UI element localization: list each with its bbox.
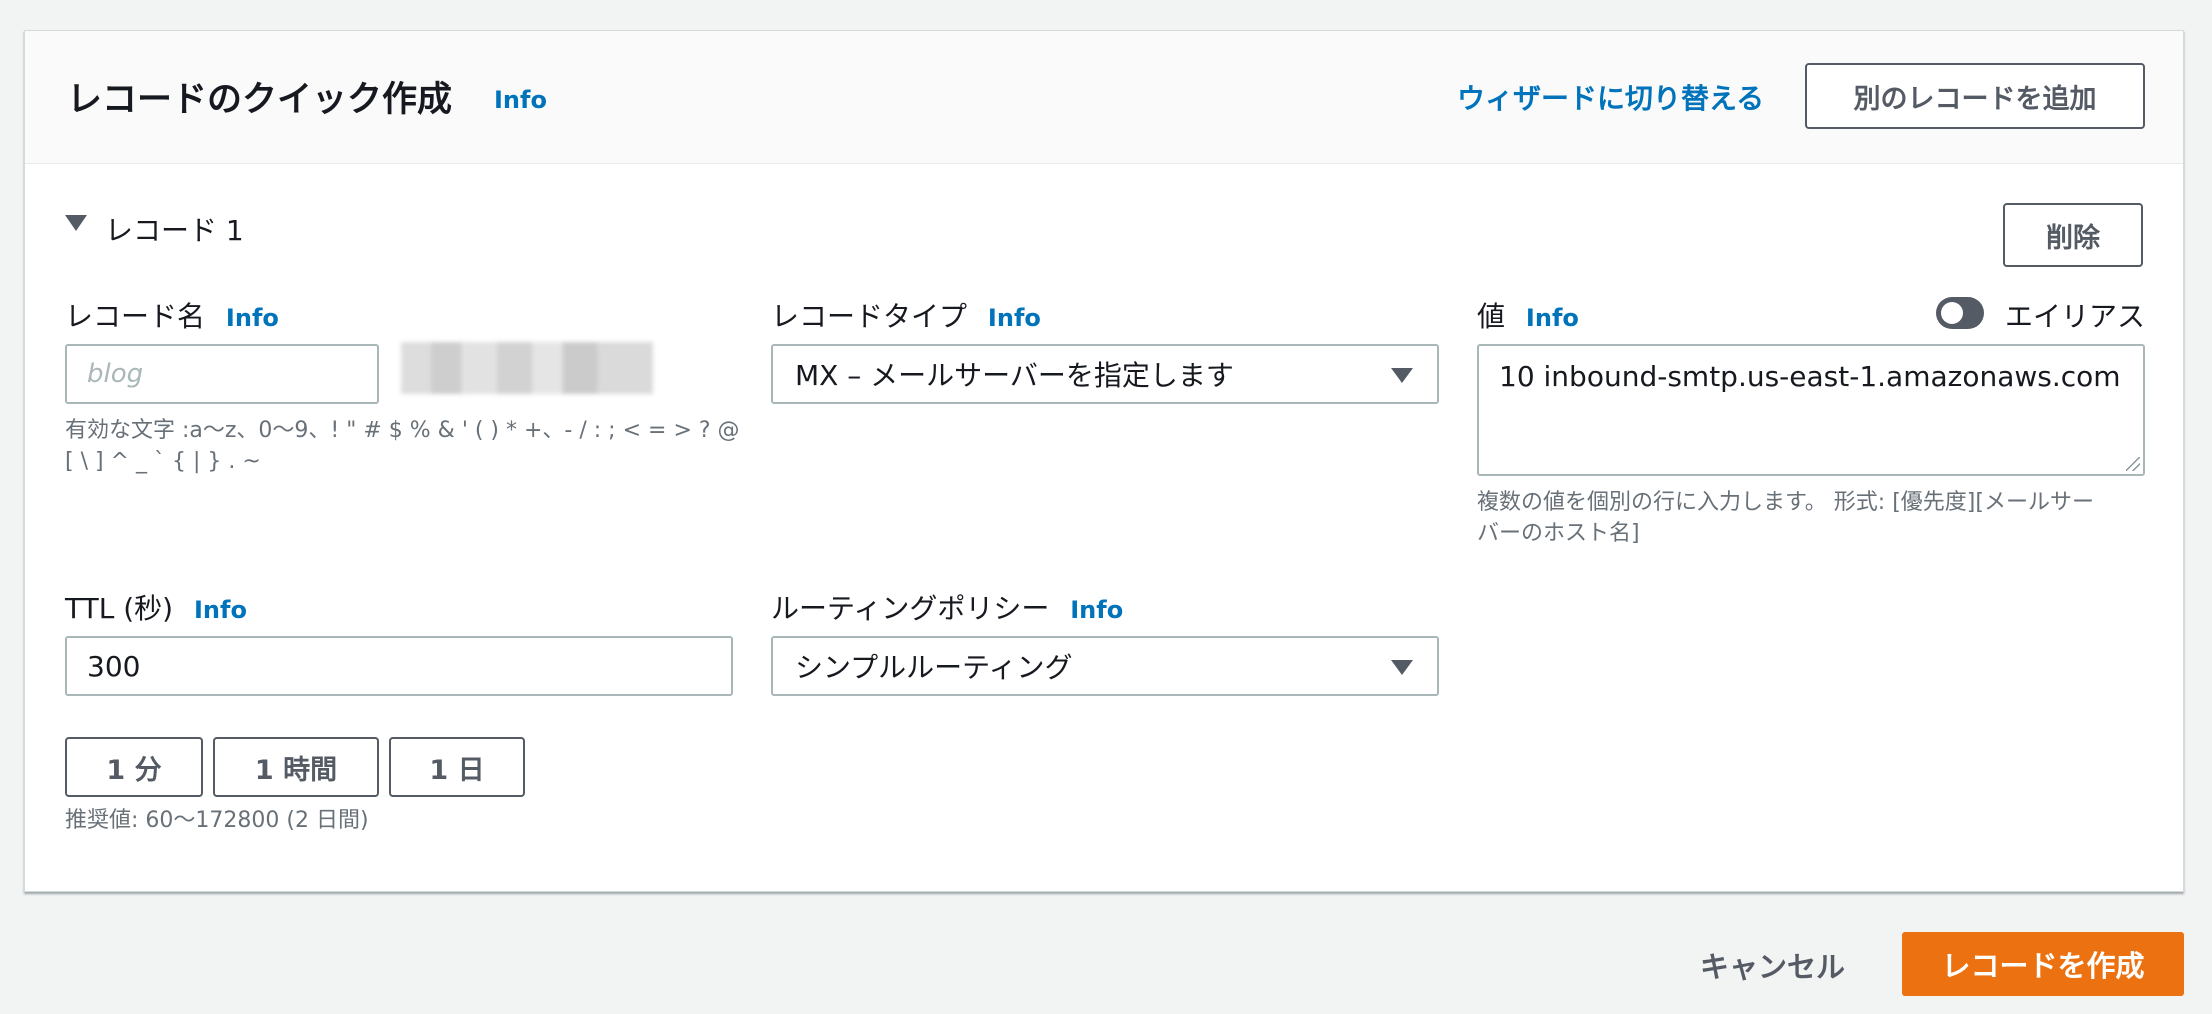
value-label-text: 値 (1477, 300, 1506, 333)
routing-policy-info-link[interactable]: Info (1070, 596, 1123, 624)
value-hint-line2: バーのホスト名] (1477, 521, 1640, 546)
quick-create-panel: レコードのクイック作成 Info ウィザードに切り替える 別のレコードを追加 レ… (24, 30, 2184, 892)
record-name-label: レコード名 Info (65, 295, 279, 335)
cancel-button[interactable]: キャンセル (1700, 944, 1845, 986)
record-section-label[interactable]: レコード 1 (105, 209, 244, 249)
domain-suffix-redacted (401, 342, 653, 394)
alias-toggle[interactable] (1936, 297, 1984, 329)
create-records-button[interactable]: レコードを作成 (1902, 932, 2184, 996)
routing-policy-label: ルーティングポリシー Info (771, 587, 1123, 627)
ttl-hint: 推奨値: 60〜172800 (2 日間) (65, 808, 369, 833)
value-hint: 複数の値を個別の行に入力します。 形式: [優先度][メールサー バーのホスト名… (1477, 487, 2157, 549)
record-name-hint-line2: [ \ ] ^ _ ` { | } . ~ (65, 449, 261, 474)
ttl-input[interactable]: 300 (65, 636, 733, 696)
ttl-label: TTL (秒) Info (65, 587, 247, 627)
record-type-label-text: レコードタイプ (771, 300, 968, 333)
record-name-placeholder: blog (87, 359, 144, 389)
record-type-label: レコードタイプ Info (771, 295, 1041, 335)
value-text: 10 inbound-smtp.us-east-1.amazonaws.com (1499, 360, 2121, 393)
value-textarea[interactable]: 10 inbound-smtp.us-east-1.amazonaws.com (1477, 344, 2145, 476)
caret-down-icon (1391, 660, 1413, 675)
caret-down-icon[interactable] (65, 215, 87, 231)
alias-label: エイリアス (2005, 300, 2146, 333)
value-info-link[interactable]: Info (1526, 304, 1579, 332)
resize-handle-icon[interactable] (2126, 457, 2140, 471)
record-name-input[interactable]: blog (65, 344, 379, 404)
ttl-label-text: TTL (秒) (65, 592, 174, 625)
record-name-hint: 有効な文字 :a〜z、0〜9、! " # $ % & ' ( ) * +、- /… (65, 415, 765, 477)
ttl-1-day-button[interactable]: 1 日 (389, 737, 525, 797)
caret-down-icon (1391, 368, 1413, 383)
add-record-button[interactable]: 別のレコードを追加 (1805, 63, 2145, 129)
ttl-1-hour-button[interactable]: 1 時間 (213, 737, 379, 797)
delete-button[interactable]: 削除 (2003, 203, 2143, 267)
routing-policy-label-text: ルーティングポリシー (771, 592, 1050, 625)
record-name-label-text: レコード名 (65, 300, 206, 333)
title-info-link[interactable]: Info (494, 86, 547, 114)
ttl-1-minute-button[interactable]: 1 分 (65, 737, 203, 797)
value-label: 値 Info (1477, 295, 1579, 335)
record-name-info-link[interactable]: Info (226, 304, 279, 332)
switch-to-wizard-link[interactable]: ウィザードに切り替える (1457, 77, 1764, 117)
record-type-info-link[interactable]: Info (988, 304, 1041, 332)
panel-header: レコードのクイック作成 Info ウィザードに切り替える 別のレコードを追加 (25, 31, 2183, 164)
ttl-info-link[interactable]: Info (194, 596, 247, 624)
page-title: レコードのクイック作成 (67, 80, 453, 120)
value-hint-line1: 複数の値を個別の行に入力します。 形式: [優先度][メールサー (1477, 490, 2094, 515)
ttl-value: 300 (87, 649, 141, 683)
record-type-selected: MX – メールサーバーを指定します (795, 359, 1234, 392)
record-name-hint-line1: 有効な文字 :a〜z、0〜9、! " # $ % & ' ( ) * +、- /… (65, 418, 740, 443)
routing-policy-selected: シンプルルーティング (795, 651, 1073, 684)
toggle-knob (1941, 302, 1963, 324)
record-type-select[interactable]: MX – メールサーバーを指定します (771, 344, 1439, 404)
routing-policy-select[interactable]: シンプルルーティング (771, 636, 1439, 696)
